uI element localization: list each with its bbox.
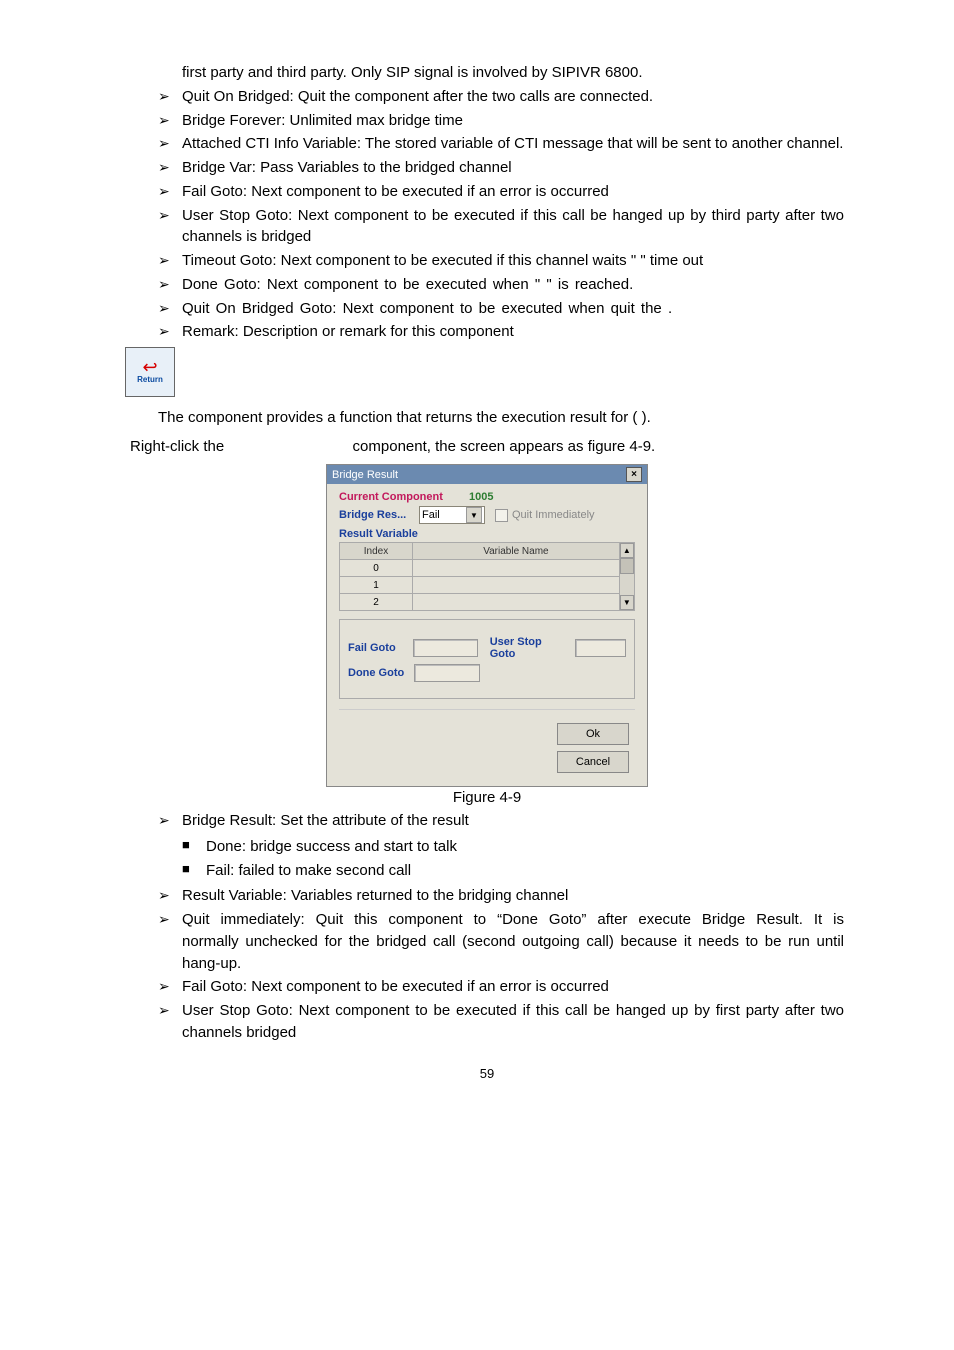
bullet-square: ■ — [182, 836, 206, 858]
bridge-result-value: Fail — [422, 509, 440, 521]
close-icon[interactable]: × — [626, 467, 642, 482]
return-icon: ↩ Return — [125, 347, 175, 397]
bridge-result-dropdown[interactable]: Fail ▼ — [419, 506, 485, 524]
para2-left: Right-click the — [130, 438, 228, 455]
table-cell[interactable] — [413, 594, 620, 611]
paragraph-2: Right-click the component, the screen ap… — [130, 436, 844, 459]
goto-panel: Fail Goto User Stop Goto Done Goto — [339, 619, 635, 699]
bullet-arrow: ➢ — [158, 250, 182, 272]
bullet-line: Quit On Bridged Goto: Next component to … — [182, 298, 844, 320]
user-stop-goto-field[interactable] — [575, 639, 626, 657]
bullet-line: Attached CTI Info Variable: The stored v… — [182, 133, 844, 155]
paragraph-1: The component provides a function that r… — [130, 407, 844, 430]
table-row[interactable]: 2 — [340, 594, 413, 611]
scroll-up-icon[interactable]: ▲ — [620, 543, 634, 558]
current-component-label: Current Component — [339, 491, 469, 503]
result-variable-table: Index Variable Name 0 1 2 — [339, 542, 620, 611]
bullet-arrow: ➢ — [158, 205, 182, 249]
bullet-arrow: ➢ — [158, 885, 182, 907]
cancel-button[interactable]: Cancel — [557, 751, 629, 773]
scroll-down-icon[interactable]: ▼ — [620, 595, 634, 610]
done-goto-label: Done Goto — [348, 667, 408, 679]
bullet-arrow: ➢ — [158, 810, 182, 832]
bullet-arrow: ➢ — [158, 274, 182, 296]
bridge-result-dialog: Bridge Result × Current Component 1005 B… — [326, 464, 648, 787]
current-component-value: 1005 — [469, 491, 493, 503]
bullet-line: Fail Goto: Next component to be executed… — [182, 181, 844, 203]
table-cell[interactable] — [413, 560, 620, 577]
bullet-arrow: ➢ — [158, 909, 182, 974]
table-row[interactable]: 0 — [340, 560, 413, 577]
return-icon-label: Return — [137, 375, 163, 384]
bullet-line: Bridge Forever: Unlimited max bridge tim… — [182, 110, 844, 132]
bullet-arrow: ➢ — [158, 110, 182, 132]
ok-button[interactable]: Ok — [557, 723, 629, 745]
user-stop-goto-label: User Stop Goto — [490, 636, 569, 660]
bullet-line: Remark: Description or remark for this c… — [182, 321, 844, 343]
bullet-line: Result Variable: Variables returned to t… — [182, 885, 844, 907]
bullet-line: Bridge Result: Set the attribute of the … — [182, 810, 844, 832]
quit-immediately-checkbox[interactable] — [495, 509, 508, 522]
dialog-title-text: Bridge Result — [332, 469, 398, 481]
scroll-thumb[interactable] — [620, 558, 634, 574]
bullet-line: Timeout Goto: Next component to be execu… — [182, 250, 844, 272]
bridge-result-label: Bridge Res... — [339, 509, 417, 521]
bullet-line: first party and third party. Only SIP si… — [182, 62, 844, 84]
bullet-line: User Stop Goto: Next component to be exe… — [182, 205, 844, 249]
page-number: 59 — [130, 1066, 844, 1081]
return-glyph: ↩ — [142, 360, 157, 374]
bullet-arrow: ➢ — [158, 86, 182, 108]
bullet-square: ■ — [182, 860, 206, 882]
bullet-arrow: ➢ — [158, 321, 182, 343]
col-varname: Variable Name — [413, 543, 620, 560]
scrollbar[interactable]: ▲ ▼ — [619, 542, 635, 611]
bullet-line: Quit immediately: Quit this component to… — [182, 909, 844, 974]
bullet-line: Bridge Var: Pass Variables to the bridge… — [182, 157, 844, 179]
bullet-arrow: ➢ — [158, 1000, 182, 1044]
bullet-arrow: ➢ — [158, 133, 182, 155]
bullet-arrow: ➢ — [158, 976, 182, 998]
bullet-line: Fail Goto: Next component to be executed… — [182, 976, 844, 998]
result-variable-label: Result Variable — [339, 528, 635, 540]
bullet-line: Quit On Bridged: Quit the component afte… — [182, 86, 844, 108]
bullet-arrow: ➢ — [158, 181, 182, 203]
figure-caption: Figure 4-9 — [130, 789, 844, 806]
chevron-down-icon[interactable]: ▼ — [466, 507, 482, 523]
quit-immediately-label: Quit Immediately — [512, 509, 595, 521]
bullet-line: User Stop Goto: Next component to be exe… — [182, 1000, 844, 1044]
bullet-arrow: ➢ — [158, 157, 182, 179]
bullet-arrow: ➢ — [158, 298, 182, 320]
table-cell[interactable] — [413, 577, 620, 594]
para2-right: component, the screen appears as figure … — [353, 438, 656, 455]
fail-goto-field[interactable] — [413, 639, 478, 657]
sub-bullet-line: Done: bridge success and start to talk — [206, 836, 844, 858]
bullet-line: Done Goto: Next component to be executed… — [182, 274, 844, 296]
sub-bullet-line: Fail: failed to make second call — [206, 860, 844, 882]
col-index: Index — [340, 543, 413, 560]
table-row[interactable]: 1 — [340, 577, 413, 594]
done-goto-field[interactable] — [414, 664, 480, 682]
dialog-titlebar: Bridge Result × — [327, 465, 647, 484]
fail-goto-label: Fail Goto — [348, 642, 407, 654]
